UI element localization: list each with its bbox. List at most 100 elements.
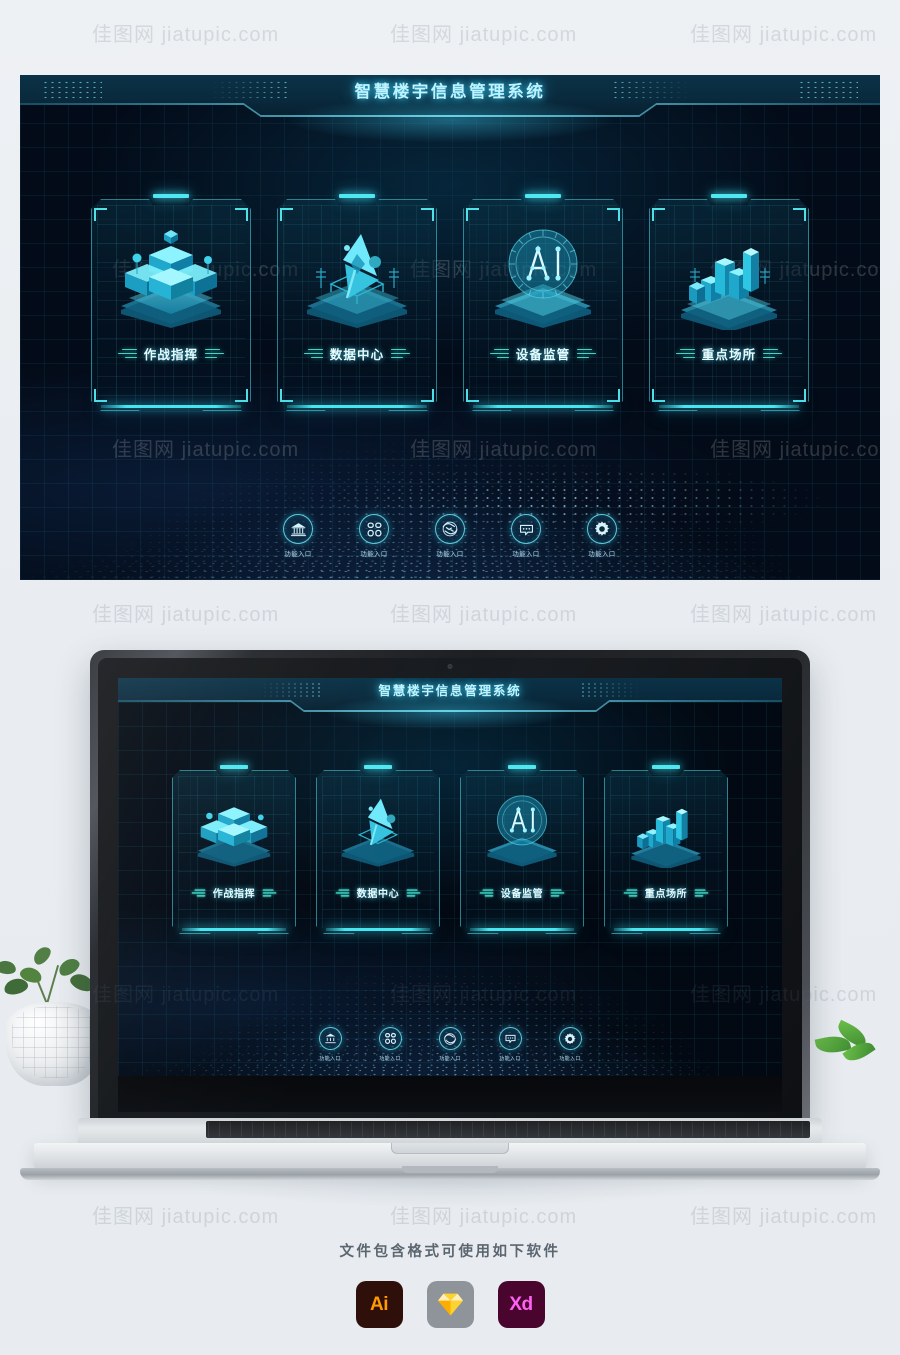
module-card-device-supervision[interactable]: 设备监管: [463, 194, 623, 411]
card-label-group: 设备监管: [463, 344, 623, 363]
laptop-screen: 智慧楼宇信息管理系统 作战指挥 数据中心 设备监管 重点场所 功能入口 功能入口…: [118, 678, 782, 1076]
gear-icon[interactable]: [587, 514, 617, 544]
card-corner-top-left: [652, 208, 665, 221]
function-entry-settings[interactable]: 功能入口: [575, 514, 629, 558]
card-bottom-indicator: [470, 928, 574, 931]
function-entry-label: 功能入口: [360, 551, 388, 558]
function-entry-chat[interactable]: 功能入口: [488, 1027, 532, 1062]
label-stripes-left: [623, 888, 638, 897]
card-top-indicator: [220, 765, 248, 769]
isometric-buildings-icon: [604, 786, 728, 872]
label-stripes-right: [550, 888, 565, 897]
page-title: 智慧楼宇信息管理系统: [354, 83, 546, 101]
gear-icon[interactable]: [558, 1027, 582, 1050]
function-entry-label: 功能入口: [588, 551, 616, 558]
label-stripes-left: [675, 348, 695, 359]
function-entry-bank[interactable]: 功能入口: [271, 514, 325, 558]
card-label: 重点场所: [644, 889, 688, 900]
card-top-indicator: [364, 765, 392, 769]
function-entry-label: 功能入口: [284, 551, 312, 558]
grid-clover-icon[interactable]: [359, 514, 389, 544]
function-entry-list: 功能入口 功能入口 功能入口 功能入口 功能入口: [20, 514, 880, 558]
function-entry-bank[interactable]: 功能入口: [308, 1027, 352, 1062]
chat-bubble-icon[interactable]: [498, 1027, 522, 1050]
label-stripes-right: [391, 348, 411, 359]
ai-circle-icon: [463, 221, 623, 331]
card-top-indicator: [508, 765, 536, 769]
card-label: 设备监管: [515, 348, 571, 362]
function-entry-handshake[interactable]: 功能入口: [423, 514, 477, 558]
watermark: 佳图网 jiatupic.com: [690, 24, 878, 46]
card-corner-bottom-left: [280, 389, 293, 402]
keyboard[interactable]: [206, 1121, 810, 1138]
adobe-xd-icon: Xd: [497, 1281, 545, 1328]
card-corner-top-right: [235, 208, 248, 221]
satellite-dish-icon: [316, 786, 440, 872]
card-bottom-indicator: [473, 405, 613, 408]
laptop-base: [20, 1118, 880, 1182]
keyboard-keys: [208, 1122, 808, 1137]
plant-leaf: [30, 943, 54, 968]
card-top-indicator: [153, 194, 189, 198]
card-corner-top-right: [421, 208, 434, 221]
label-stripes-right: [763, 348, 783, 359]
handshake-icon[interactable]: [435, 514, 465, 544]
watermark: 佳图网 jiatupic.com: [92, 24, 280, 46]
function-entry-label: 功能入口: [559, 1056, 581, 1062]
software-icon-list: Ai Xd: [0, 1281, 900, 1328]
card-corner-top-left: [280, 208, 293, 221]
card-bottom-indicator: [614, 928, 718, 931]
function-entry-chat[interactable]: 功能入口: [499, 514, 553, 558]
card-bottom-indicator: [326, 928, 430, 931]
label-stripes-left: [117, 348, 137, 359]
card-corner-top-right: [607, 208, 620, 221]
laptop-mockup: 智慧楼宇信息管理系统 作战指挥 数据中心 设备监管 重点场所 功能入口 功能入口…: [0, 582, 900, 1202]
pot-texture: [12, 1006, 96, 1078]
module-card-data-center[interactable]: 数据中心: [277, 194, 437, 411]
card-label: 数据中心: [329, 348, 385, 362]
module-card-data-center[interactable]: 数据中心: [316, 765, 440, 934]
card-top-indicator: [525, 194, 561, 198]
chat-bubble-icon[interactable]: [511, 514, 541, 544]
plant-leaf: [0, 959, 17, 976]
label-stripes-right: [406, 888, 421, 897]
screen-function-entry-list: 功能入口 功能入口 功能入口 功能入口 功能入口: [118, 1027, 782, 1062]
laptop-ground-shadow: [0, 1180, 900, 1220]
card-corner-bottom-right: [793, 389, 806, 402]
function-entry-label: 功能入口: [379, 1056, 401, 1062]
card-corner-top-left: [94, 208, 107, 221]
card-bottom-indicator: [101, 405, 241, 408]
label-stripes-left: [335, 888, 350, 897]
function-entry-handshake[interactable]: 功能入口: [428, 1027, 472, 1062]
isometric-cubes-icon: [91, 221, 251, 331]
bank-building-icon[interactable]: [283, 514, 313, 544]
module-card-key-locations[interactable]: 重点场所: [604, 765, 728, 934]
screen-app-header: 智慧楼宇信息管理系统: [118, 678, 782, 730]
function-entry-grid[interactable]: 功能入口: [347, 514, 401, 558]
webcam-icon: [447, 664, 453, 669]
bank-building-icon[interactable]: [318, 1027, 342, 1050]
card-label-group: 作战指挥: [91, 344, 251, 363]
function-entry-settings[interactable]: 功能入口: [548, 1027, 592, 1062]
label-stripes-right: [205, 348, 225, 359]
trackpad[interactable]: [391, 1143, 509, 1154]
module-card-operations-command[interactable]: 作战指挥: [91, 194, 251, 411]
watermark: 佳图网 jiatupic.com: [390, 24, 578, 46]
label-stripes-right: [577, 348, 597, 359]
base-front-notch: [402, 1166, 498, 1173]
module-card-device-supervision[interactable]: 设备监管: [460, 765, 584, 934]
function-entry-grid[interactable]: 功能入口: [368, 1027, 412, 1062]
card-top-indicator: [711, 194, 747, 198]
module-card-key-locations[interactable]: 重点场所: [649, 194, 809, 411]
function-entry-label: 功能入口: [439, 1056, 461, 1062]
module-card-operations-command[interactable]: 作战指挥: [172, 765, 296, 934]
footer-note: 文件包含格式可使用如下软件: [339, 1244, 561, 1260]
handshake-icon[interactable]: [438, 1027, 462, 1050]
card-corner-bottom-left: [94, 389, 107, 402]
label-stripes-left: [489, 348, 509, 359]
grid-clover-icon[interactable]: [378, 1027, 402, 1050]
ui-preview-panel: 智慧楼宇信息管理系统 佳图网 jiatupic.com 佳图网 jiatupic…: [20, 75, 880, 580]
screen-lower-black-area: [118, 1076, 782, 1112]
page-root: 智慧楼宇信息管理系统 佳图网 jiatupic.com 佳图网 jiatupic…: [0, 0, 900, 1355]
card-label: 重点场所: [701, 348, 757, 362]
